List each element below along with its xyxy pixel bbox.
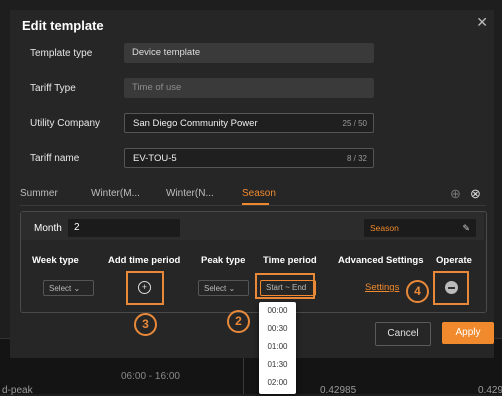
chevron-down-icon: ⌄ [228, 284, 236, 293]
chevron-down-icon: ⌄ [73, 284, 81, 293]
cancel-button[interactable]: Cancel [375, 322, 431, 346]
time-option[interactable]: 00:30 [259, 320, 296, 338]
modal-title: Edit template [22, 18, 104, 33]
annotation-number-3: 3 [134, 313, 157, 336]
tariff-name-label: Tariff name [30, 153, 80, 164]
col-time-period: Time period [263, 255, 317, 266]
season-value: Season [370, 223, 399, 233]
month-label: Month [34, 223, 62, 234]
tariff-type-label: Tariff Type [30, 83, 76, 94]
char-counter: 8 / 32 [346, 154, 367, 163]
peak-type-select[interactable]: Select ⌄ [198, 280, 249, 296]
template-type-label: Template type [30, 48, 93, 59]
utility-company-value: San Diego Community Power [133, 118, 258, 129]
week-type-select[interactable]: Select ⌄ [43, 280, 94, 296]
edit-icon[interactable]: ✎ [462, 219, 470, 237]
close-icon[interactable]: ✕ [476, 14, 488, 31]
utility-company-input[interactable]: San Diego Community Power 25 / 50 [124, 113, 374, 133]
col-week-type: Week type [32, 255, 79, 266]
tab-winter-m[interactable]: Winter(M... [91, 188, 140, 199]
month-input[interactable]: 2 [68, 219, 180, 237]
tariff-name-value: EV-TOU-5 [133, 153, 177, 164]
apply-button[interactable]: Apply [442, 322, 494, 344]
bg-time-range: 06:00 - 16:00 [121, 371, 180, 382]
utility-company-label: Utility Company [30, 118, 101, 129]
template-type-field: Device template [124, 43, 374, 63]
peak-type-value: Select [204, 284, 227, 293]
season-input[interactable]: Season ✎ [364, 219, 476, 237]
col-peak-type: Peak type [201, 255, 246, 266]
time-option[interactable]: 02:00 [259, 374, 296, 392]
tab-season[interactable]: Season [242, 188, 276, 199]
col-advanced-settings: Advanced Settings [338, 255, 424, 266]
highlight-box-operate [433, 271, 469, 305]
col-add-time-period: Add time period [108, 255, 181, 266]
char-counter: 25 / 50 [342, 119, 367, 128]
annotation-number-2: 2 [227, 310, 250, 333]
divider [243, 356, 244, 394]
plus-circle-icon[interactable]: ⊕ [450, 186, 461, 202]
tab-divider [20, 205, 486, 206]
time-option[interactable]: 01:00 [259, 338, 296, 356]
bg-value: 0.42985 [320, 385, 357, 396]
bg-peak-label: d-peak [2, 385, 33, 396]
time-dropdown: 00:00 00:30 01:00 01:30 02:00 [259, 302, 296, 394]
settings-link[interactable]: Settings [365, 282, 399, 293]
x-circle-icon[interactable]: ⊗ [470, 186, 481, 202]
highlight-box-time-period [255, 273, 315, 299]
highlight-box-add-time [126, 271, 164, 305]
tab-winter-n[interactable]: Winter(N... [166, 188, 214, 199]
tariff-type-field: Time of use [124, 78, 374, 98]
tab-summer[interactable]: Summer [20, 188, 58, 199]
time-option[interactable]: 00:00 [259, 302, 296, 320]
annotation-number-4: 4 [406, 280, 429, 303]
week-type-value: Select [49, 284, 72, 293]
col-operate: Operate [436, 255, 472, 266]
bg-value: 0.429 [478, 385, 502, 396]
tariff-name-input[interactable]: EV-TOU-5 8 / 32 [124, 148, 374, 168]
time-option[interactable]: 01:30 [259, 356, 296, 374]
